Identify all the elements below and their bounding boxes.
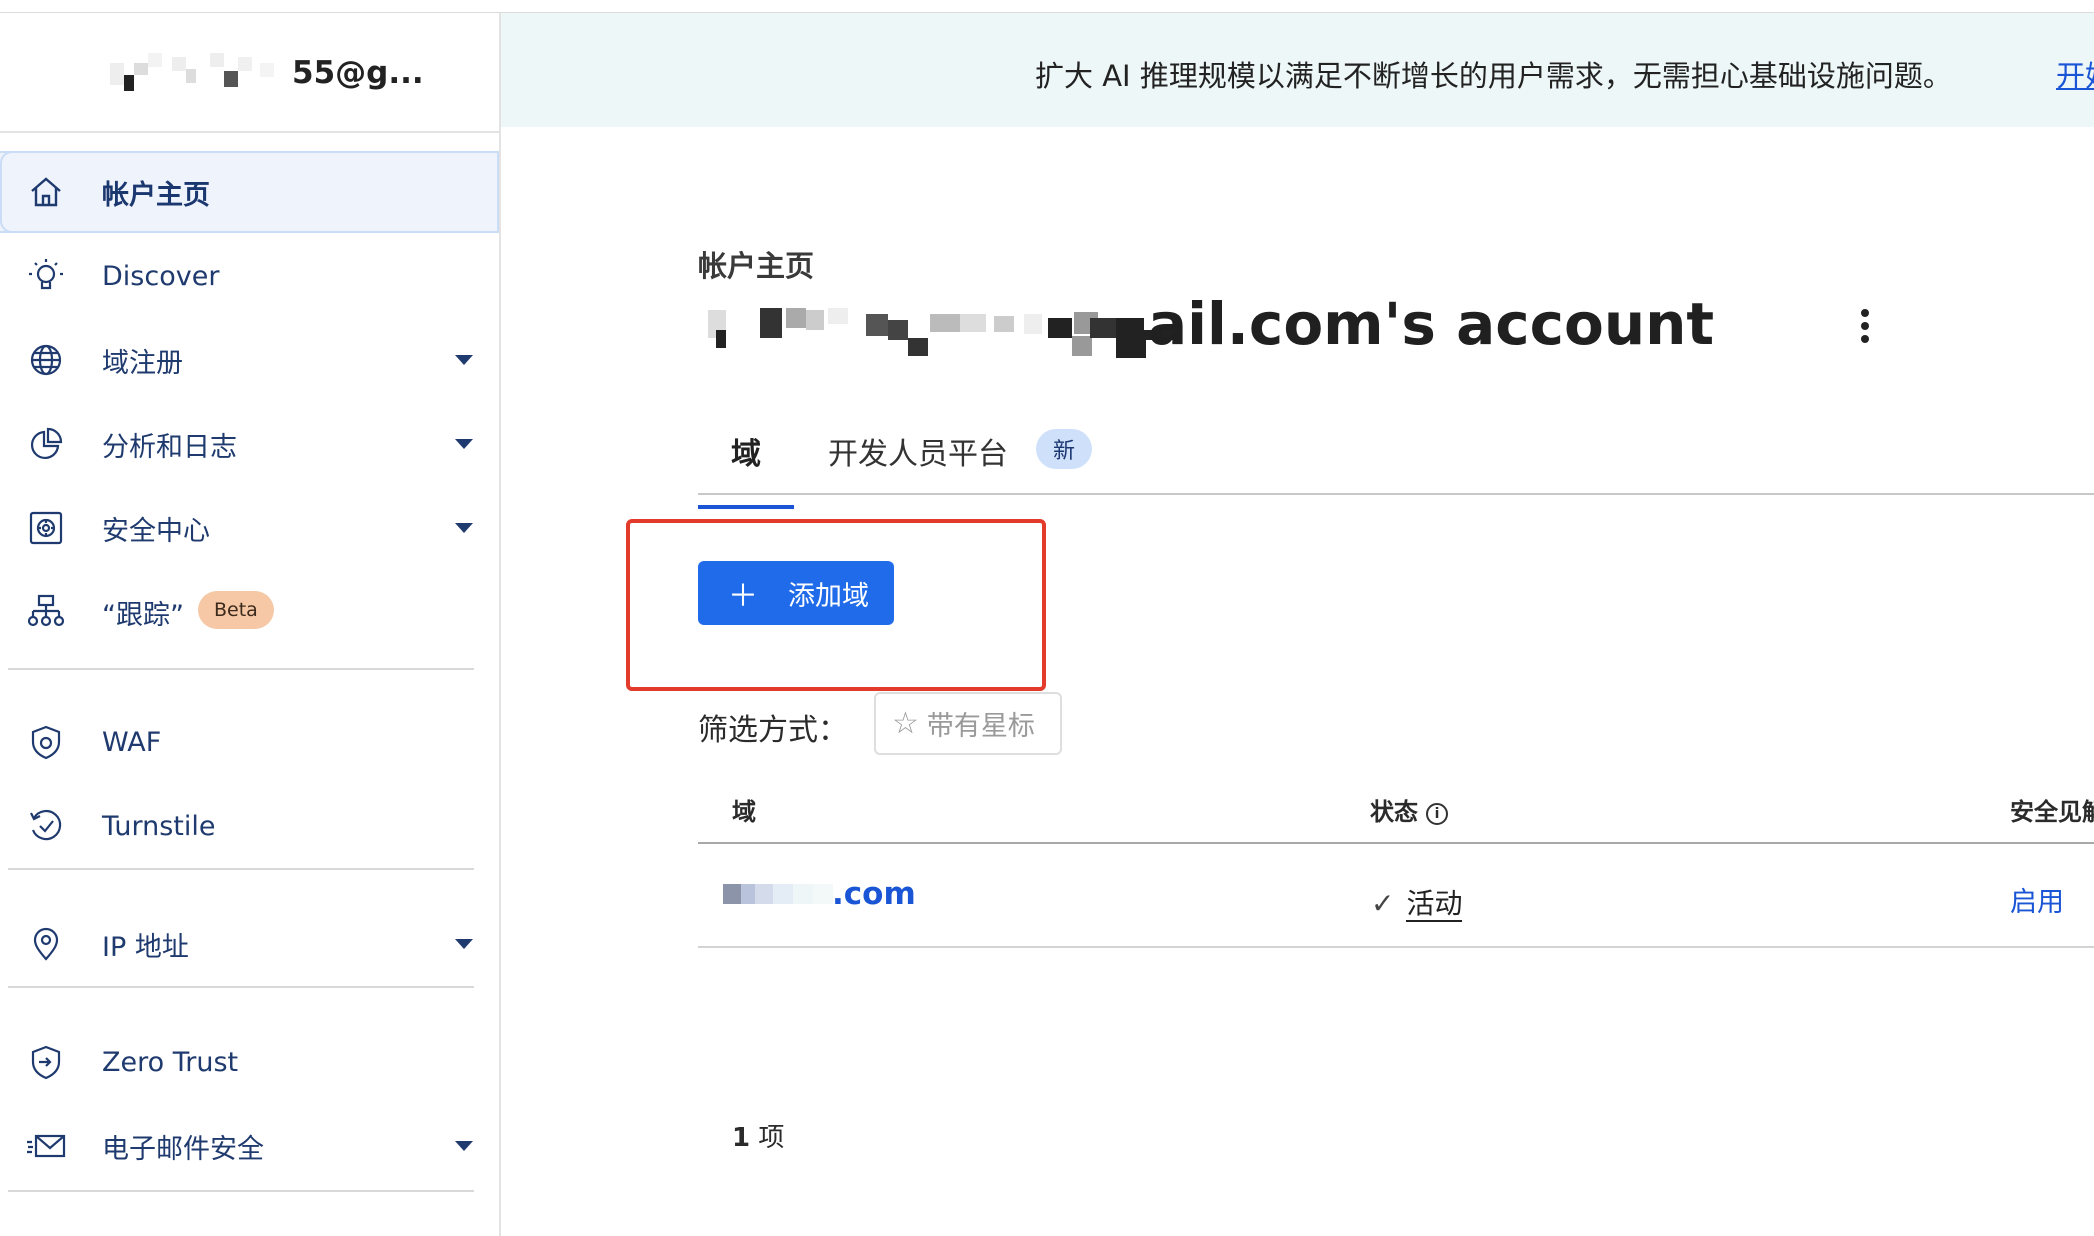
filter-starred-button[interactable]: ☆ 带有星标 [874, 692, 1062, 755]
more-options-icon[interactable] [1853, 305, 1877, 349]
sidebar-item-trace[interactable]: “跟踪” Beta [0, 571, 499, 653]
table-header-divider [698, 842, 2094, 844]
trace-icon [26, 592, 66, 632]
sidebar-item-label: Zero Trust [102, 1046, 239, 1078]
plus-icon: ＋ [728, 579, 758, 614]
domain-link[interactable]: .com [832, 876, 916, 912]
sidebar-item-label: 安全中心 [102, 515, 210, 547]
banner-text: 扩大 AI 推理规模以满足不断增长的用户需求，无需担心基础设施问题。 [1035, 59, 1952, 93]
column-header-domain[interactable]: 域 [732, 792, 756, 827]
email-icon [26, 1126, 66, 1166]
account-email: 55@g... [292, 55, 424, 91]
chevron-down-icon[interactable] [455, 523, 473, 533]
sidebar-item-label: 分析和日志 [102, 431, 237, 463]
sidebar-item-domain-registration[interactable]: 域注册 [0, 319, 499, 401]
add-domain-button[interactable]: ＋ 添加域 [698, 561, 894, 625]
sidebar-item-security-center[interactable]: 安全中心 [0, 487, 499, 569]
result-count: 1 项 [732, 1117, 784, 1154]
new-badge: 新 [1036, 429, 1092, 469]
sidebar-item-ip-addresses[interactable]: IP 地址 [0, 903, 499, 985]
tab-developer-platform[interactable]: 开发人员平台 [828, 429, 1008, 473]
sidebar-item-zero-trust[interactable]: Zero Trust [0, 1021, 499, 1103]
result-count-unit: 项 [758, 1123, 785, 1153]
beta-badge: Beta [198, 591, 274, 629]
sidebar-item-label: Discover [102, 260, 220, 292]
shield-gear-icon [26, 722, 66, 762]
domain-redaction-mask [723, 884, 833, 904]
enable-security-link[interactable]: 启用 [2010, 880, 2064, 919]
status-text[interactable]: 活动 [1406, 887, 1463, 922]
banner-link[interactable]: 开始 [2056, 53, 2094, 95]
sidebar-divider [8, 868, 474, 870]
tab-bar: 域 开发人员平台 新 [698, 417, 2094, 509]
status-cell: ✓ 活动 [1371, 882, 1463, 922]
filter-starred-label: 带有星标 [926, 711, 1035, 742]
chevron-down-icon[interactable] [455, 439, 473, 449]
sidebar-item-label: WAF [102, 726, 162, 758]
chevron-down-icon[interactable] [455, 355, 473, 365]
sidebar-item-account-home[interactable]: 帐户主页 [0, 151, 499, 233]
sidebar-item-email-security[interactable]: 电子邮件安全 [0, 1105, 499, 1187]
info-icon[interactable]: i [1426, 803, 1448, 825]
page-title-text: ail.com's account [1148, 290, 1715, 358]
chevron-down-icon[interactable] [455, 1141, 473, 1151]
sidebar-item-label: IP 地址 [102, 931, 189, 963]
sidebar-item-label: 帐户主页 [102, 179, 210, 211]
sidebar-divider [8, 668, 474, 670]
chevron-down-icon[interactable] [455, 939, 473, 949]
add-domain-label: 添加域 [788, 580, 869, 612]
result-count-number: 1 [732, 1123, 751, 1153]
tab-domains[interactable]: 域 [698, 429, 794, 509]
location-pin-icon [26, 924, 66, 964]
sidebar-item-waf[interactable]: WAF [0, 701, 499, 783]
home-icon [26, 172, 66, 212]
promo-banner: 扩大 AI 推理规模以满足不断增长的用户需求，无需担心基础设施问题。 开始 [501, 13, 2094, 127]
star-icon: ☆ [892, 706, 919, 741]
column-header-security-insights: 安全见解 [2010, 798, 2094, 826]
account-switcher[interactable]: 55@g... [0, 13, 499, 133]
sidebar-divider [8, 986, 474, 988]
filter-label: 筛选方式： [698, 713, 848, 748]
sidebar-item-discover[interactable]: Discover [0, 235, 499, 317]
column-header-status-label: 状态 [1370, 798, 1418, 826]
sidebar-item-label: Turnstile [102, 810, 216, 842]
sidebar: 55@g... 帐户主页 Discover 域注册 分析和日志 安全中心 “跟踪… [0, 13, 501, 1236]
globe-icon [26, 340, 66, 380]
sidebar-item-turnstile[interactable]: Turnstile [0, 785, 499, 867]
column-header-status: 状态 i [1370, 792, 1448, 827]
vault-icon [26, 508, 66, 548]
zero-trust-icon [26, 1042, 66, 1082]
table-row-divider [698, 946, 2094, 948]
main-content: 帐户主页 ail.com's account 域 开发人员平台 新 ＋ 添加域 … [501, 127, 2094, 1236]
sidebar-item-label: “跟踪” [102, 599, 184, 631]
page-title: ail.com's account [698, 290, 1848, 370]
sidebar-item-analytics-logs[interactable]: 分析和日志 [0, 403, 499, 485]
check-icon: ✓ [1371, 887, 1395, 920]
sidebar-item-label: 域注册 [102, 347, 183, 379]
turnstile-icon [26, 806, 66, 846]
sidebar-item-label: 电子邮件安全 [102, 1133, 264, 1165]
lightbulb-icon [26, 256, 66, 296]
sidebar-divider [8, 1190, 474, 1192]
window-top-edge [0, 0, 2094, 13]
email-redaction-mask [110, 53, 274, 91]
breadcrumb: 帐户主页 [698, 249, 815, 283]
pie-chart-icon [26, 424, 66, 464]
